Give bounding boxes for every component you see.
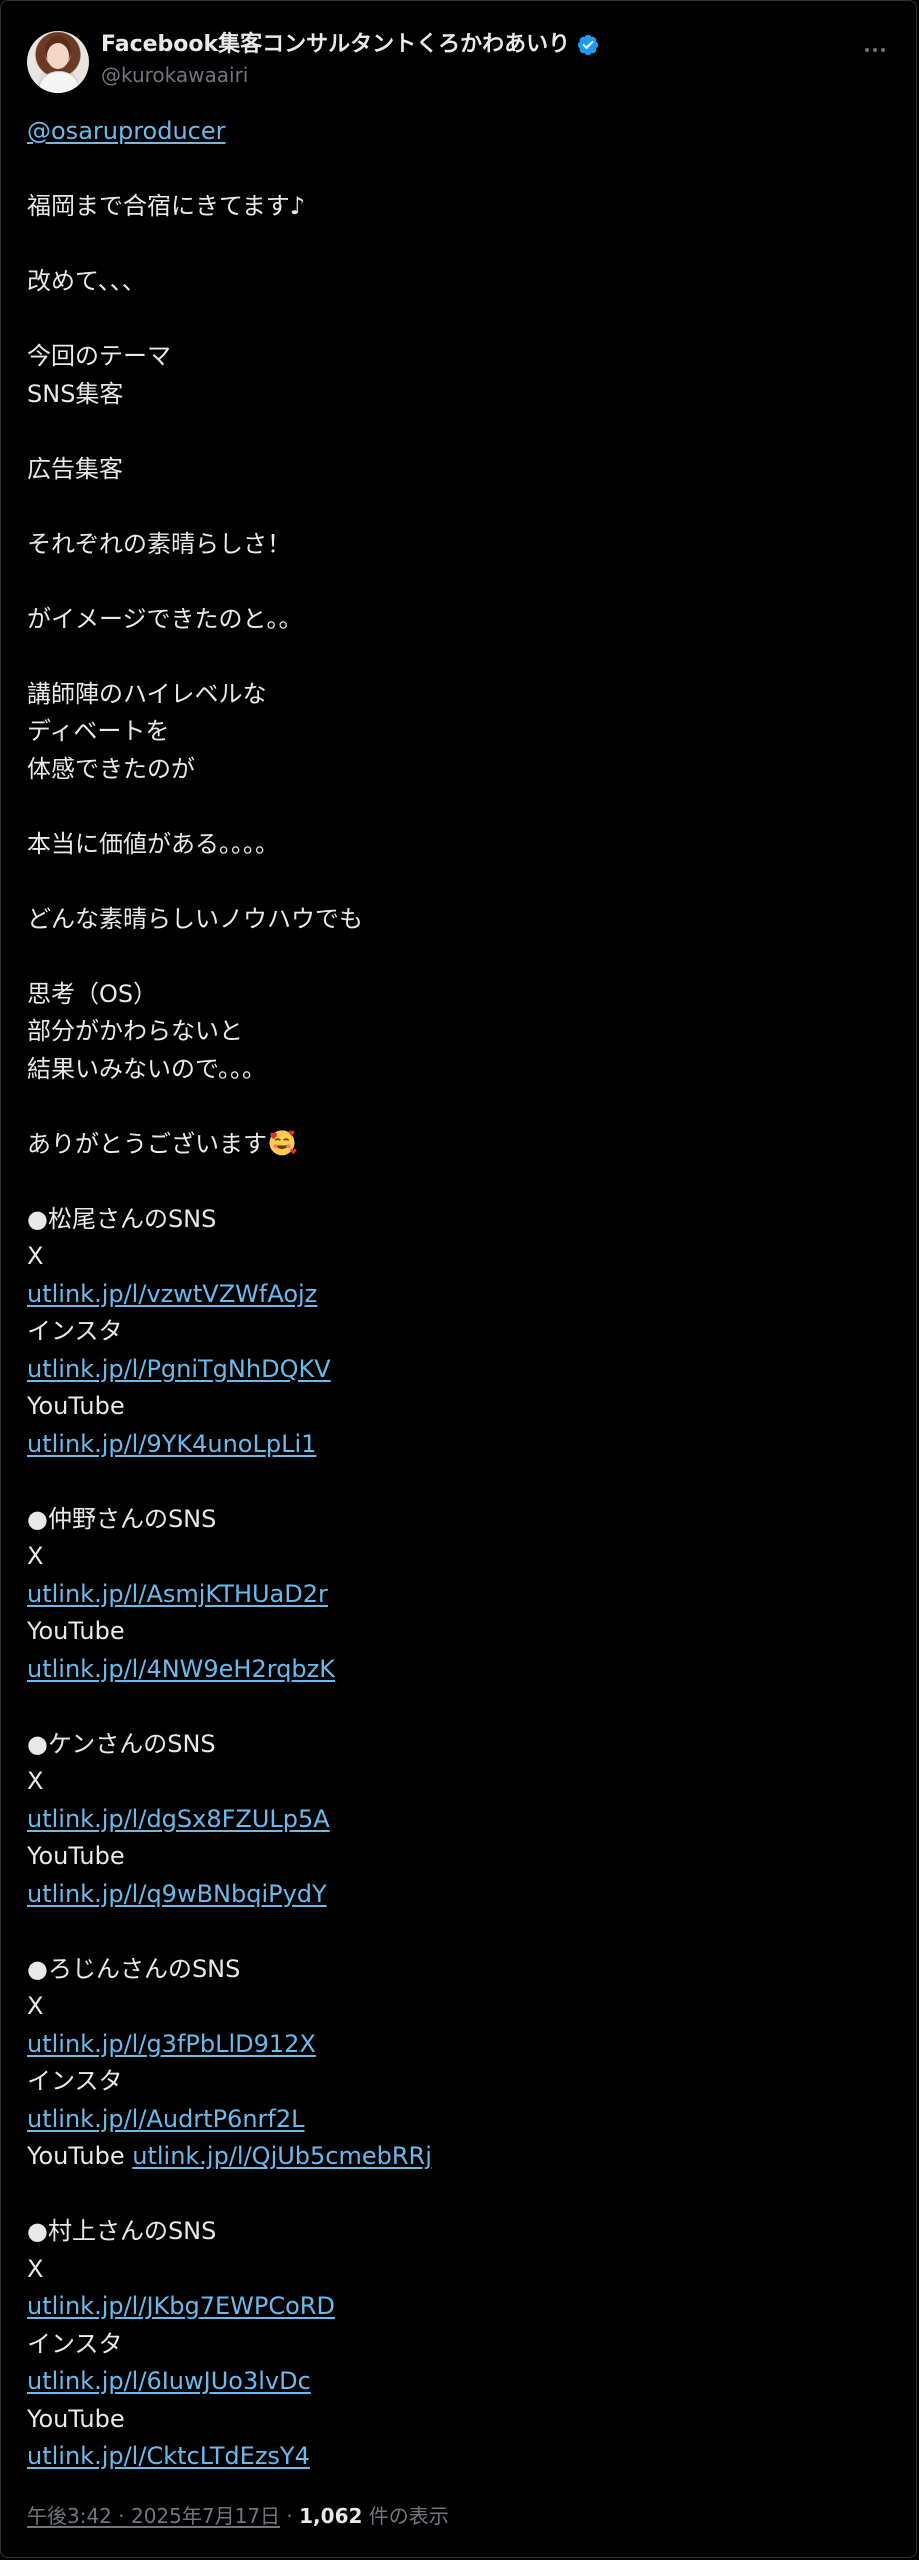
sns-link[interactable]: utlink.jp/l/dgSx8FZULp5A <box>27 1805 330 1833</box>
platform-label: YouTube <box>27 2142 125 2170</box>
link-line: utlink.jp/l/vzwtVZWfAojz <box>27 1276 887 1314</box>
text-line: どんな素晴らしいノウハウでも <box>27 904 363 933</box>
text-line: それぞれの素晴らしさ！ <box>27 529 291 558</box>
text-line: 講師陣のハイレベルな <box>27 679 267 708</box>
thanks-line: ありがとうございます <box>27 1126 887 1164</box>
sns-section-heading: ●仲野さんのSNS <box>27 1504 217 1533</box>
link-line: utlink.jp/l/6IuwJUo3lvDc <box>27 2363 887 2401</box>
text-line: 今回のテーマ <box>27 342 171 370</box>
platform-label: X <box>27 1542 44 1570</box>
mention-line: @osaruproducer <box>27 113 887 151</box>
smiling-face-with-hearts-icon <box>269 1129 297 1155</box>
text-line: 思考（OS） <box>27 979 158 1008</box>
sns-link[interactable]: utlink.jp/l/AsmjKTHUaD2r <box>27 1580 328 1608</box>
more-options-icon[interactable] <box>860 35 890 65</box>
link-line: utlink.jp/l/g3fPbLlD912X <box>27 2026 887 2064</box>
sns-section-heading: ●ケンさんのSNS <box>27 1729 216 1758</box>
author-block: Facebook集客コンサルタントくろかわあいり @kurokawaairi <box>101 31 600 89</box>
tweet-text: @osaruproducer 福岡まで合宿にきてます♪ 改めて、、、 今回のテーマ S… <box>27 113 887 2476</box>
link-line: utlink.jp/l/4NW9eH2rqbzK <box>27 1651 887 1689</box>
link-line: utlink.jp/l/JKbg7EWPCoRD <box>27 2288 887 2326</box>
thanks-text: ありがとうございます <box>27 1129 267 1158</box>
sns-section-heading: ●松尾さんのSNS <box>27 1204 217 1233</box>
platform-label: X <box>27 1242 44 1270</box>
sns-link[interactable]: utlink.jp/l/vzwtVZWfAojz <box>27 1280 317 1308</box>
sns-link[interactable]: utlink.jp/l/q9wBNbqiPydY <box>27 1880 327 1908</box>
tweet-card: Facebook集客コンサルタントくろかわあいり @kurokawaairi @… <box>0 0 917 2558</box>
platform-label: YouTube <box>27 1392 125 1420</box>
timestamp-link[interactable]: 午後3:42 · 2025年7月17日 <box>27 2504 280 2528</box>
text-line: 福岡まで合宿にきてます♪ <box>27 192 306 220</box>
sns-link[interactable]: utlink.jp/l/JKbg7EWPCoRD <box>27 2292 335 2320</box>
avatar[interactable] <box>27 31 89 93</box>
avatar-shirt <box>39 71 79 93</box>
author-handle[interactable]: @kurokawaairi <box>101 61 600 89</box>
platform-label: X <box>27 1992 44 2020</box>
link-line: utlink.jp/l/q9wBNbqiPydY <box>27 1876 887 1914</box>
tweet-footer: 午後3:42 · 2025年7月17日 · 1,062 件の表示 <box>27 2501 449 2531</box>
sns-link[interactable]: utlink.jp/l/6IuwJUo3lvDc <box>27 2367 311 2395</box>
link-line: utlink.jp/l/AudrtP6nrf2L <box>27 2101 887 2139</box>
text-line: 広告集客 <box>27 454 123 483</box>
text-line: 部分がかわらないと <box>27 1017 243 1045</box>
platform-label: YouTube <box>27 1842 125 1870</box>
sns-section-heading: ●ろじんさんのSNS <box>27 1954 241 1983</box>
avatar-face <box>47 43 69 69</box>
tweet-header: Facebook集客コンサルタントくろかわあいり @kurokawaairi <box>27 27 890 97</box>
text-line: 本当に価値がある。。。。 <box>27 829 279 858</box>
link-line: utlink.jp/l/AsmjKTHUaD2r <box>27 1576 887 1614</box>
platform-label: インスタ <box>27 1317 123 1345</box>
sns-link[interactable]: utlink.jp/l/9YK4unoLpLi1 <box>27 1430 316 1458</box>
sns-link[interactable]: utlink.jp/l/PgniTgNhDQKV <box>27 1355 331 1383</box>
link-line: utlink.jp/l/PgniTgNhDQKV <box>27 1351 887 1389</box>
text-line: ディベートを <box>27 717 170 745</box>
sns-link[interactable]: utlink.jp/l/QjUb5cmebRRj <box>132 2142 432 2170</box>
sns-link[interactable]: utlink.jp/l/4NW9eH2rqbzK <box>27 1655 335 1683</box>
sns-link[interactable]: utlink.jp/l/AudrtP6nrf2L <box>27 2105 305 2133</box>
text-line: がイメージできたのと。。 <box>27 604 303 633</box>
views-label: 件の表示 <box>362 2504 449 2528</box>
text-line: 改めて、、、 <box>27 267 146 295</box>
mention-link[interactable]: @osaruproducer <box>27 117 226 145</box>
author-name-row[interactable]: Facebook集客コンサルタントくろかわあいり <box>101 31 600 59</box>
platform-label: インスタ <box>27 2329 123 2358</box>
author-display-name[interactable]: Facebook集客コンサルタントくろかわあいり <box>101 31 570 59</box>
sns-section-heading: ●村上さんのSNS <box>27 2217 217 2245</box>
platform-label: YouTube <box>27 1617 125 1645</box>
sns-link[interactable]: utlink.jp/l/g3fPbLlD912X <box>27 2030 316 2058</box>
platform-label: YouTube <box>27 2404 125 2433</box>
link-line: utlink.jp/l/9YK4unoLpLi1 <box>27 1426 887 1464</box>
text-line: 結果いみないので。。。 <box>27 1054 267 1083</box>
verified-badge-icon <box>577 34 599 56</box>
platform-label: X <box>27 2254 44 2283</box>
views-count: 1,062 <box>299 2504 363 2528</box>
link-line: utlink.jp/l/CktcLTdEzsY4 <box>27 2438 887 2476</box>
link-line: utlink.jp/l/dgSx8FZULp5A <box>27 1801 887 1839</box>
inline-link-line: YouTube utlink.jp/l/QjUb5cmebRRj <box>27 2138 887 2176</box>
text-line: 体感できたのが <box>27 754 195 783</box>
sns-link[interactable]: utlink.jp/l/CktcLTdEzsY4 <box>27 2442 310 2470</box>
footer-separator: · <box>280 2504 300 2528</box>
platform-label: インスタ <box>27 2067 123 2095</box>
platform-label: X <box>27 1767 44 1795</box>
text-line: SNS集客 <box>27 379 124 408</box>
